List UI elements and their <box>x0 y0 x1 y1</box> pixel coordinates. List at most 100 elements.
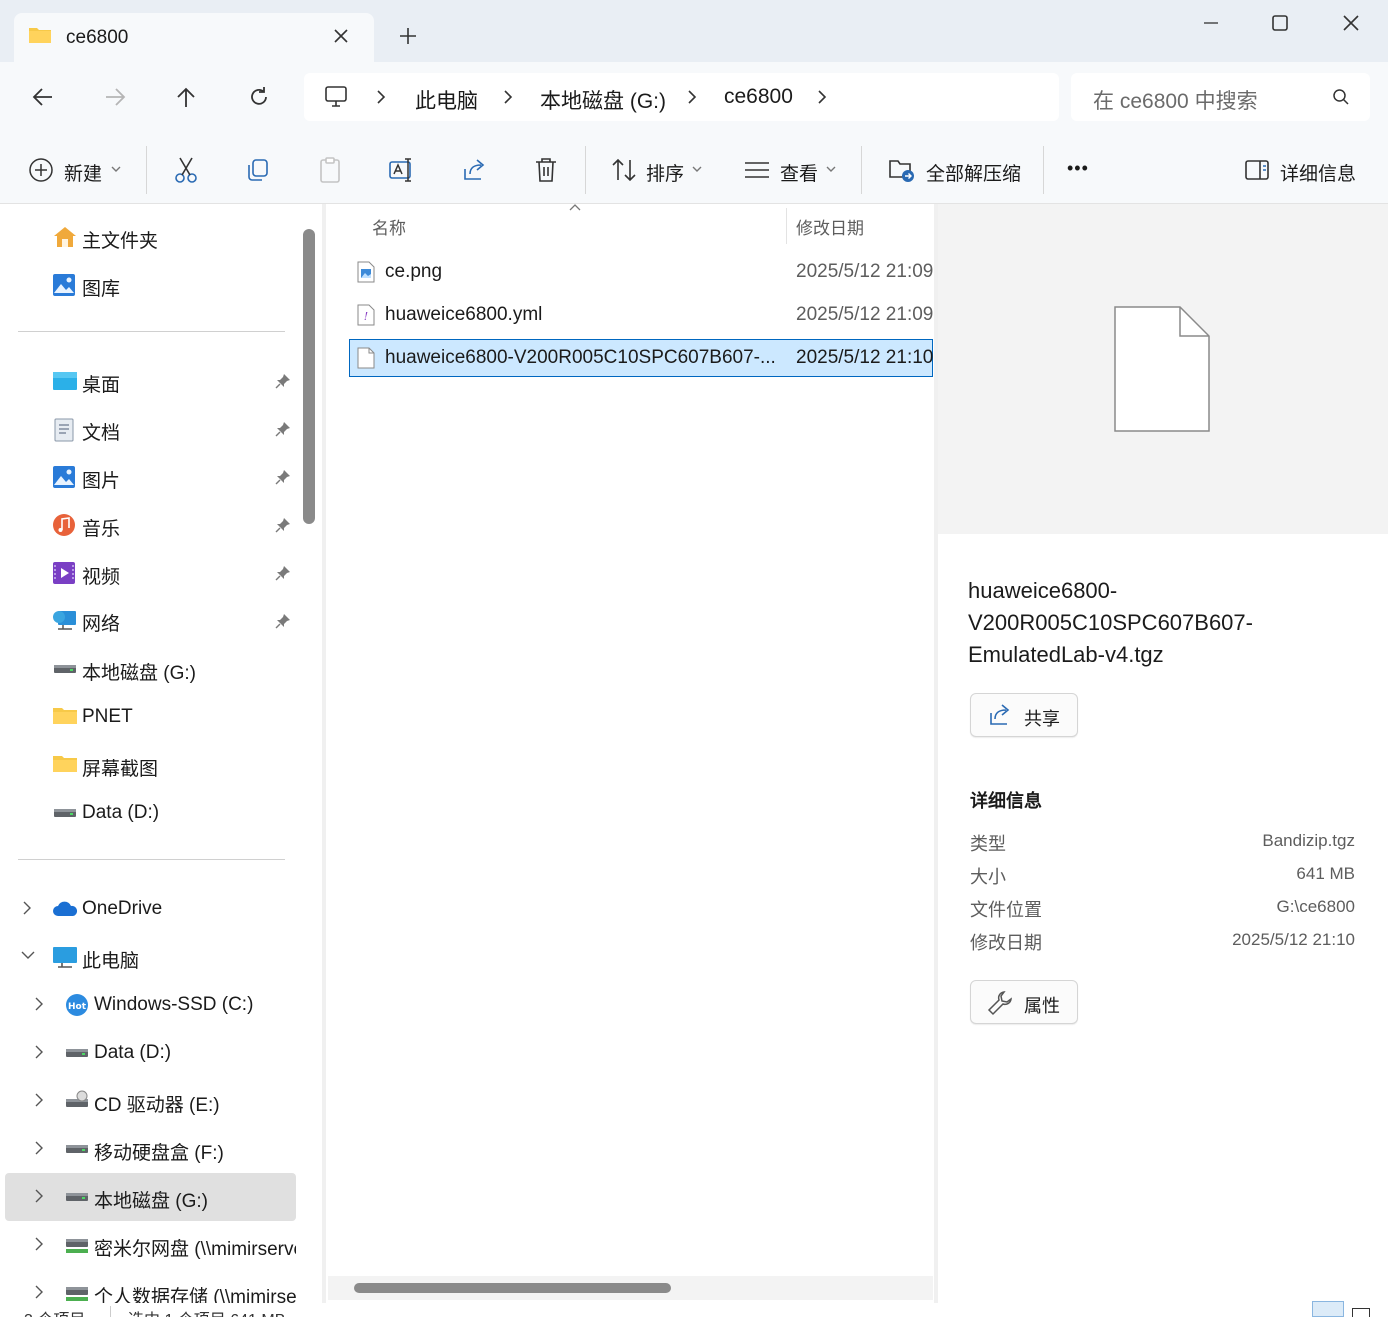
sidebar-item-drive-c[interactable]: Windows-SSD (C:) <box>94 994 253 1016</box>
chevron-right-icon[interactable] <box>32 1092 46 1108</box>
chevron-right-icon[interactable] <box>32 996 46 1012</box>
sort-button[interactable]: 排序 <box>646 159 684 186</box>
sidebar-item-drive-g-tree[interactable]: 本地磁盘 (G:) <box>94 1186 208 1213</box>
file-name[interactable]: huaweice6800-V200R005C10SPC607B607-... <box>385 347 780 369</box>
delete-icon[interactable] <box>531 155 561 185</box>
sidebar-item-drive-d[interactable]: Data (D:) <box>94 1042 171 1064</box>
close-icon <box>1343 15 1359 31</box>
details-pane-icon[interactable] <box>1242 155 1272 185</box>
view-button[interactable]: 查看 <box>780 159 818 186</box>
pin-icon[interactable] <box>275 373 291 389</box>
breadcrumb-chevron-icon[interactable] <box>502 88 514 106</box>
sidebar-item-data-d[interactable]: Data (D:) <box>82 802 159 824</box>
pin-icon[interactable] <box>275 469 291 485</box>
chevron-down-icon[interactable] <box>691 165 703 173</box>
chevron-right-icon[interactable] <box>32 1140 46 1156</box>
extract-all-button[interactable]: 全部解压缩 <box>926 159 1021 186</box>
cut-icon[interactable] <box>171 155 201 185</box>
chevron-right-icon[interactable] <box>32 1236 46 1252</box>
drive-icon <box>65 1190 89 1204</box>
share-label: 共享 <box>1024 709 1060 729</box>
details-view-toggle[interactable] <box>1312 1301 1344 1317</box>
horizontal-scrollbar[interactable] <box>354 1283 671 1293</box>
sidebar-item-videos[interactable]: 视频 <box>82 562 120 589</box>
refresh-button[interactable] <box>239 78 279 116</box>
share-icon[interactable] <box>459 155 489 185</box>
paste-icon[interactable] <box>315 155 345 185</box>
wrench-icon <box>987 990 1013 1016</box>
pin-icon[interactable] <box>275 613 291 629</box>
chevron-down-icon[interactable] <box>20 948 36 962</box>
chevron-right-icon[interactable] <box>32 1188 46 1204</box>
breadcrumb-ce6800[interactable]: ce6800 <box>724 85 793 109</box>
sidebar-item-pictures[interactable]: 图片 <box>82 466 120 493</box>
breadcrumb-chevron-icon[interactable] <box>686 88 698 106</box>
sidebar-scrollbar[interactable] <box>303 229 315 524</box>
forward-button[interactable] <box>95 78 135 116</box>
close-tab-icon[interactable] <box>332 27 350 45</box>
new-tab-icon[interactable] <box>398 26 418 46</box>
details-button[interactable]: 详细信息 <box>1280 159 1356 186</box>
sidebar-item-music[interactable]: 音乐 <box>82 514 120 541</box>
sidebar-item-documents[interactable]: 文档 <box>82 418 120 445</box>
extract-all-icon[interactable] <box>887 155 917 185</box>
column-header-modified[interactable]: 修改日期 <box>796 214 864 239</box>
close-window-button[interactable] <box>1316 0 1386 46</box>
sidebar-item-screenshots[interactable]: 屏幕截图 <box>82 754 158 781</box>
pin-icon[interactable] <box>275 517 291 533</box>
pin-icon[interactable] <box>275 421 291 437</box>
breadcrumb-chevron-icon[interactable] <box>816 88 828 106</box>
more-options-button[interactable]: ••• <box>1067 158 1089 179</box>
prop-key-size: 大小 <box>970 867 1006 887</box>
sidebar-divider <box>18 331 285 332</box>
sidebar-item-pnet[interactable]: PNET <box>82 706 133 728</box>
minimize-button[interactable] <box>1176 0 1246 46</box>
breadcrumb-this-pc[interactable]: 此电脑 <box>415 85 478 115</box>
sidebar-item-onedrive[interactable]: OneDrive <box>82 898 162 920</box>
chevron-down-icon[interactable] <box>825 165 837 173</box>
status-item-count: 3 个项目 <box>24 1306 85 1317</box>
chevron-right-icon[interactable] <box>32 1284 46 1300</box>
new-icon[interactable] <box>26 155 56 185</box>
sidebar-item-drive-e[interactable]: CD 驱动器 (E:) <box>94 1090 220 1117</box>
chevron-down-icon[interactable] <box>110 165 122 173</box>
new-button[interactable]: 新建 <box>64 159 102 186</box>
breadcrumb-chevron-icon[interactable] <box>375 88 387 106</box>
documents-icon <box>54 418 76 442</box>
file-name[interactable]: ce.png <box>385 261 442 283</box>
back-button[interactable] <box>23 78 63 116</box>
sidebar-item-network[interactable]: 网络 <box>82 609 120 636</box>
chevron-right-icon[interactable] <box>20 900 34 916</box>
sidebar-item-gallery[interactable]: 图库 <box>82 274 120 301</box>
file-name[interactable]: huaweice6800.yml <box>385 304 542 326</box>
chevron-right-icon[interactable] <box>32 1044 46 1060</box>
copy-icon[interactable] <box>243 155 273 185</box>
this-pc-icon[interactable] <box>324 85 348 109</box>
toolbar-divider <box>146 146 147 194</box>
search-placeholder: 在 ce6800 中搜索 <box>1093 90 1258 113</box>
up-button[interactable] <box>166 78 206 116</box>
view-icon[interactable] <box>742 155 772 185</box>
folder-icon <box>52 706 78 726</box>
home-icon <box>52 225 78 249</box>
refresh-icon <box>251 87 267 105</box>
column-divider[interactable] <box>786 208 787 244</box>
sort-icon[interactable] <box>609 155 639 185</box>
forward-arrow-icon <box>106 88 126 106</box>
maximize-button[interactable] <box>1245 0 1315 46</box>
prop-key-type: 类型 <box>970 834 1006 854</box>
rename-icon[interactable] <box>387 155 417 185</box>
sidebar-item-network-drive-1[interactable]: 密米尔网盘 (\\mimirserve <box>94 1234 296 1261</box>
sidebar-item-desktop[interactable]: 桌面 <box>82 370 120 397</box>
sidebar-item-drive-g[interactable]: 本地磁盘 (G:) <box>82 658 196 685</box>
pin-icon[interactable] <box>275 565 291 581</box>
share-icon <box>988 703 1012 727</box>
sidebar-item-home[interactable]: 主文件夹 <box>82 226 158 253</box>
sidebar-item-drive-f[interactable]: 移动硬盘盒 (F:) <box>94 1138 224 1165</box>
sidebar-item-this-pc[interactable]: 此电脑 <box>82 946 139 973</box>
search-icon[interactable] <box>1332 88 1350 106</box>
thumbnail-view-toggle[interactable] <box>1352 1308 1370 1317</box>
breadcrumb-drive-g[interactable]: 本地磁盘 (G:) <box>540 85 666 115</box>
column-header-name[interactable]: 名称 <box>372 214 406 239</box>
pane-splitter[interactable] <box>322 204 326 1304</box>
